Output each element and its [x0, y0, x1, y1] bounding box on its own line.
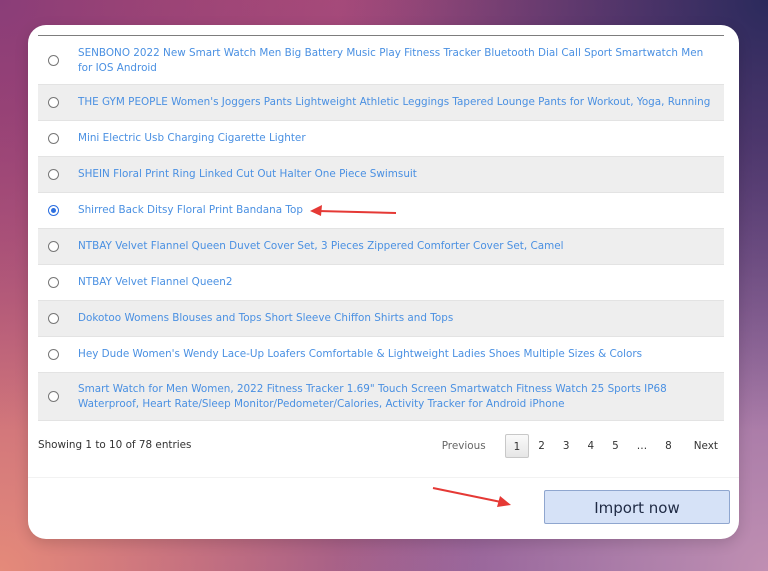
pagination-page-5[interactable]: 5	[603, 434, 628, 458]
entries-info: Showing 1 to 10 of 78 entries	[38, 439, 192, 451]
table-top-rule	[38, 35, 724, 36]
table-row[interactable]: Dokotoo Womens Blouses and Tops Short Sl…	[38, 301, 724, 337]
product-radio[interactable]	[48, 97, 59, 108]
product-radio-selected[interactable]	[48, 205, 59, 216]
pagination-next[interactable]: Next	[685, 434, 727, 458]
pagination-page-8[interactable]: 8	[656, 434, 681, 458]
product-title[interactable]: Smart Watch for Men Women, 2022 Fitness …	[78, 382, 724, 412]
product-import-card: SENBONO 2022 New Smart Watch Men Big Bat…	[28, 25, 739, 539]
product-title[interactable]: THE GYM PEOPLE Women's Joggers Pants Lig…	[78, 95, 722, 110]
product-list: SENBONO 2022 New Smart Watch Men Big Bat…	[38, 37, 724, 421]
table-row[interactable]: Mini Electric Usb Charging Cigarette Lig…	[38, 121, 724, 157]
table-row[interactable]: SHEIN Floral Print Ring Linked Cut Out H…	[38, 157, 724, 193]
product-title[interactable]: Mini Electric Usb Charging Cigarette Lig…	[78, 131, 318, 146]
table-row[interactable]: SENBONO 2022 New Smart Watch Men Big Bat…	[38, 37, 724, 85]
pagination-page-3[interactable]: 3	[554, 434, 579, 458]
product-title[interactable]: Shirred Back Ditsy Floral Print Bandana …	[78, 203, 315, 218]
product-title[interactable]: Dokotoo Womens Blouses and Tops Short Sl…	[78, 311, 465, 326]
product-title[interactable]: SENBONO 2022 New Smart Watch Men Big Bat…	[78, 46, 724, 76]
product-radio[interactable]	[48, 349, 59, 360]
annotation-arrow-to-selected-icon	[310, 205, 397, 216]
pagination-page-2[interactable]: 2	[529, 434, 554, 458]
pagination-page-1[interactable]: 1	[504, 434, 530, 458]
product-radio[interactable]	[48, 277, 59, 288]
product-radio[interactable]	[48, 133, 59, 144]
table-row[interactable]: Hey Dude Women's Wendy Lace-Up Loafers C…	[38, 337, 724, 373]
pagination-ellipsis: …	[636, 440, 648, 452]
table-row[interactable]: NTBAY Velvet Flannel Queen Duvet Cover S…	[38, 229, 724, 265]
pagination-previous[interactable]: Previous	[433, 434, 495, 458]
pagination-page-4[interactable]: 4	[579, 434, 604, 458]
product-radio[interactable]	[48, 313, 59, 324]
annotation-arrow-to-import-icon	[432, 487, 511, 507]
footer-divider	[28, 477, 739, 478]
product-title[interactable]: Hey Dude Women's Wendy Lace-Up Loafers C…	[78, 347, 654, 362]
table-row[interactable]: Smart Watch for Men Women, 2022 Fitness …	[38, 373, 724, 421]
product-title[interactable]: SHEIN Floral Print Ring Linked Cut Out H…	[78, 167, 429, 182]
product-title[interactable]: NTBAY Velvet Flannel Queen2	[78, 275, 244, 290]
pagination: Previous 1 2 3 4 5 … 8 Next	[433, 434, 727, 458]
product-radio[interactable]	[48, 391, 59, 402]
table-row[interactable]: THE GYM PEOPLE Women's Joggers Pants Lig…	[38, 85, 724, 121]
product-radio[interactable]	[48, 241, 59, 252]
table-row[interactable]: NTBAY Velvet Flannel Queen2	[38, 265, 724, 301]
product-radio[interactable]	[48, 169, 59, 180]
product-title[interactable]: NTBAY Velvet Flannel Queen Duvet Cover S…	[78, 239, 575, 254]
product-radio[interactable]	[48, 55, 59, 66]
import-now-button[interactable]: Import now	[544, 490, 730, 524]
